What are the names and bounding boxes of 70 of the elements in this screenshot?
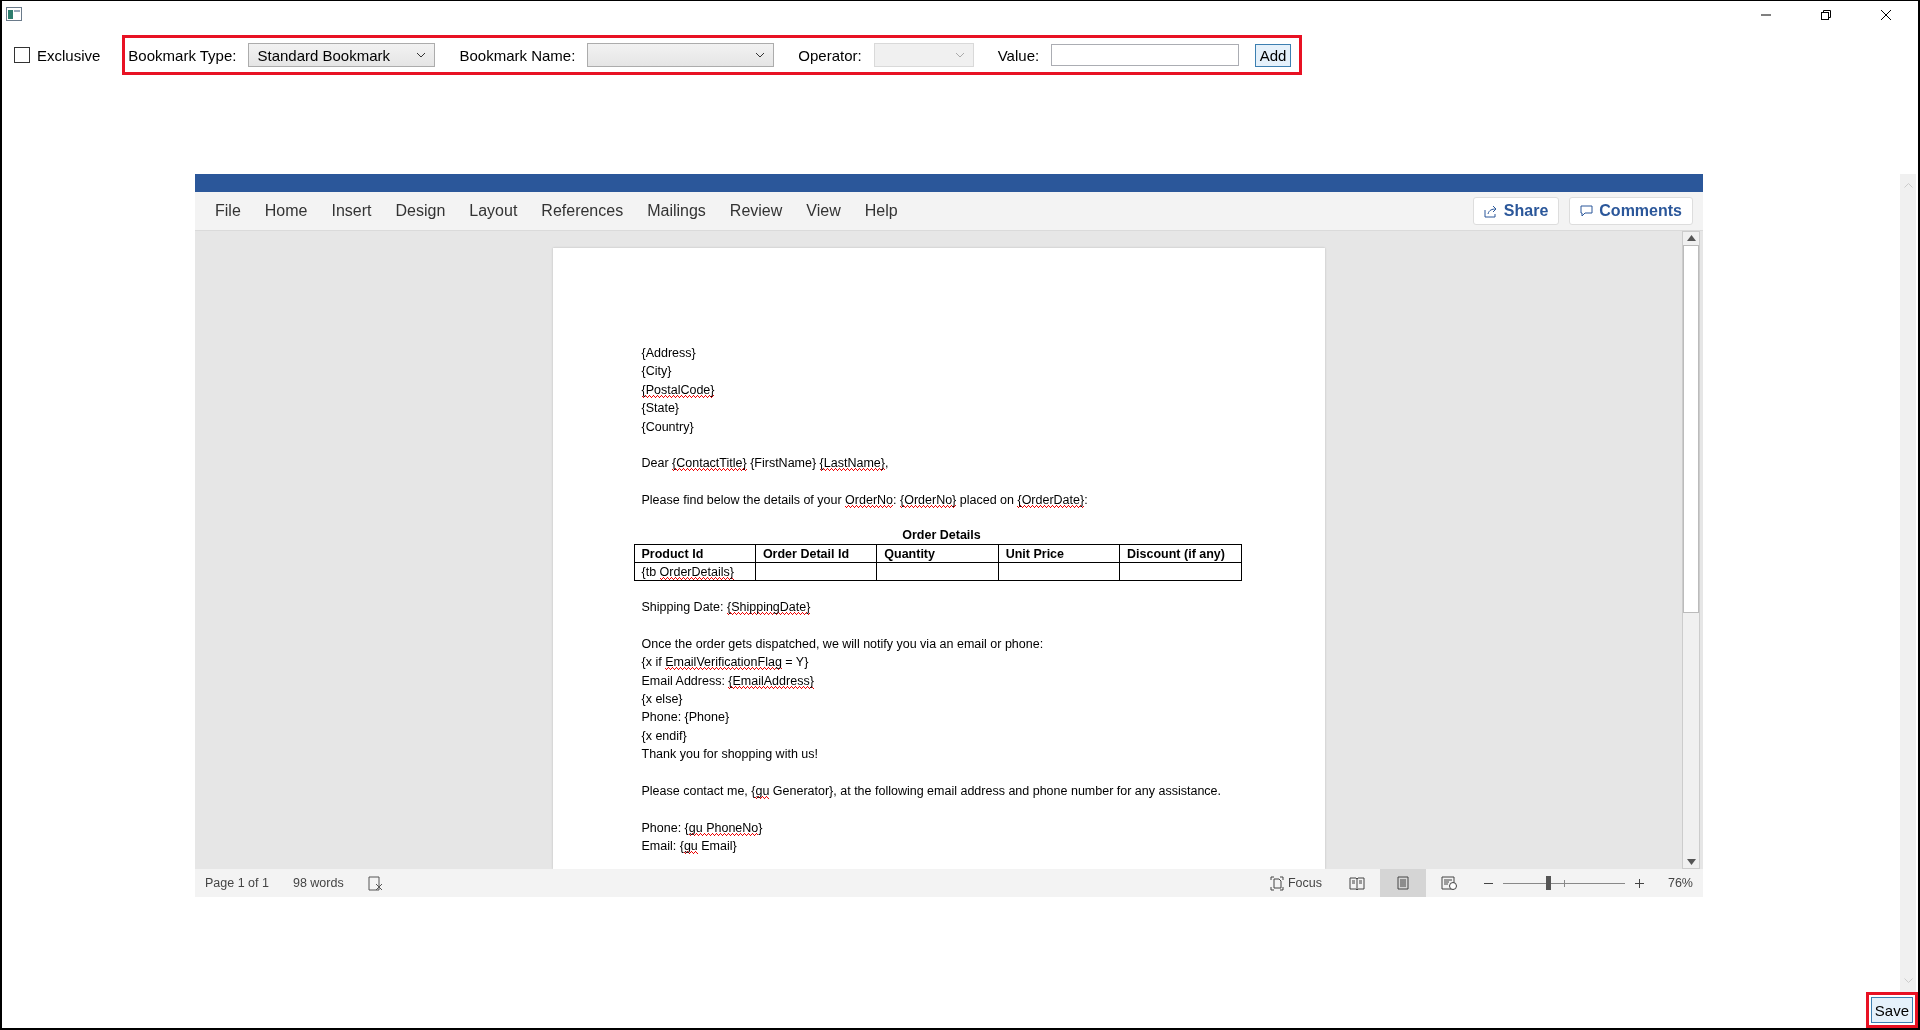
zoom-percentage: 76%: [1667, 876, 1693, 890]
app-icon: [6, 7, 22, 21]
field-label: Bookmark Type:: [128, 46, 237, 64]
chevron-down-icon: [755, 52, 766, 58]
document-line: Email: {gu Email}: [641, 838, 738, 856]
ribbon-tab[interactable]: References: [529, 202, 636, 220]
field-label: Operator:: [798, 46, 862, 64]
zoom-in-icon[interactable]: [1634, 878, 1644, 888]
chevron-down-icon: [416, 52, 427, 58]
focus-icon: [1269, 875, 1284, 891]
document-line: Once the order gets dispatched, we will notify you via an email or phone:: [641, 635, 1045, 653]
ribbon-tab[interactable]: Review: [717, 202, 795, 220]
ribbon-tab[interactable]: File: [203, 202, 253, 220]
document-line: Thank you for shopping with us!: [641, 746, 819, 764]
document-line: {x else}: [641, 691, 684, 709]
page-count: Page 1 of 1: [205, 876, 269, 890]
document-line: Phone: {gu PhoneNo}: [641, 819, 764, 838]
vertical-scrollbar[interactable]: [1682, 231, 1700, 869]
table-header-cell: Unit Price: [998, 544, 1120, 563]
document-line: Please contact me, {gu Generator}, at the following email address and phone number for any assistance.: [641, 783, 1222, 801]
share-icon: [1483, 204, 1498, 218]
share-button[interactable]: Share: [1472, 197, 1560, 225]
close-icon[interactable]: [1880, 9, 1892, 21]
table-header-cell: Product Id: [634, 544, 756, 563]
document-line: {Address}: [641, 345, 697, 362]
view-button[interactable]: [1379, 869, 1426, 897]
save-button[interactable]: Save: [1870, 997, 1913, 1023]
table-cell: {tb OrderDetails}: [634, 562, 756, 581]
table-header-cell: Discount (if any): [1119, 544, 1241, 563]
document-line: Dear {ContactTitle} {FirstName} {LastName},: [641, 455, 890, 473]
document-line: Email Address: {EmailAddress}: [641, 672, 815, 691]
book-icon: [1348, 876, 1365, 890]
document-line: {x if EmailVerificationFlag = Y}: [641, 654, 810, 672]
document-line: Phone: {Phone}: [641, 709, 731, 727]
chevron-down-icon: [954, 52, 965, 58]
document-line: {Country}: [641, 418, 695, 436]
exclusive-checkbox[interactable]: [14, 47, 30, 63]
exclusive-label: Exclusive: [37, 46, 101, 64]
ribbon-tab[interactable]: Insert: [319, 202, 384, 220]
comments-button[interactable]: Comments: [1569, 197, 1693, 225]
word-count: 98 words: [292, 876, 344, 890]
table-header-cell: Order Detail Id: [755, 544, 877, 563]
zoom-slider[interactable]: [1502, 876, 1625, 890]
ribbon-tab[interactable]: Design: [383, 202, 458, 220]
document-line: Shipping Date: {ShippingDate}: [641, 599, 812, 617]
dropdown[interactable]: Standard Bookmark: [248, 43, 436, 67]
add-button[interactable]: Add: [1254, 43, 1292, 67]
focus-button[interactable]: Focus: [1269, 875, 1322, 891]
value-input[interactable]: [1051, 44, 1240, 66]
page-icon: [1396, 876, 1409, 890]
ribbon-tab[interactable]: Home: [252, 202, 320, 220]
scroll-down-icon[interactable]: [1686, 859, 1696, 865]
document-line: {x endif}: [641, 727, 688, 745]
table-title: Order Details: [901, 527, 982, 544]
restore-icon[interactable]: [1820, 9, 1832, 21]
proofing-icon[interactable]: [367, 875, 384, 891]
table-header-cell: Quantity: [876, 544, 999, 563]
document-line: Please find below the details of your OrderNo: {OrderNo} placed on {OrderDate}:: [641, 492, 1089, 510]
ribbon-tab[interactable]: Layout: [457, 202, 530, 220]
comment-icon: [1580, 205, 1594, 217]
field-label: Bookmark Name:: [459, 46, 576, 64]
ribbon-tab[interactable]: View: [794, 202, 853, 220]
scroll-up-icon[interactable]: [1686, 235, 1696, 241]
document-line: {City}: [641, 363, 673, 381]
document-line: {State}: [641, 400, 681, 418]
field-label: Value:: [997, 46, 1040, 64]
dropdown[interactable]: [587, 43, 775, 67]
ribbon-tab[interactable]: Help: [852, 202, 910, 220]
web-page-icon: [1440, 876, 1457, 890]
ribbon-tab[interactable]: Mailings: [635, 202, 718, 220]
